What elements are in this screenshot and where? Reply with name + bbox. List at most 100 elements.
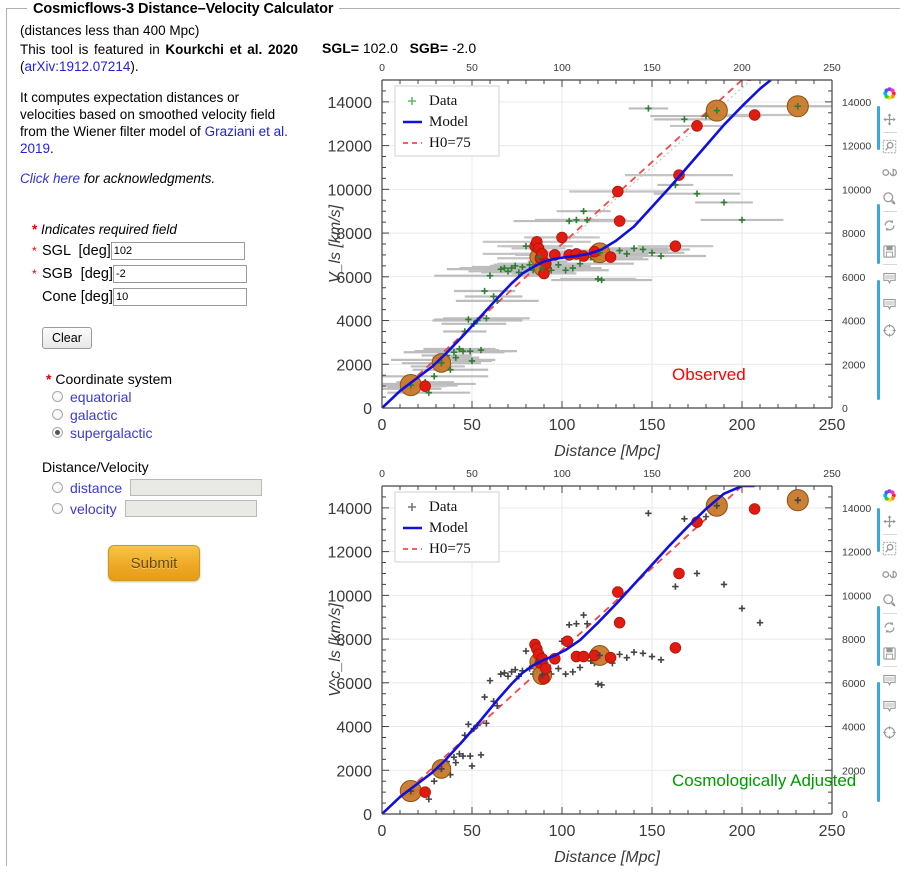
featured-close-paren: ).: [130, 59, 139, 74]
hover-compare-icon[interactable]: [882, 673, 897, 688]
sgl-required-asterisk: *: [32, 244, 37, 258]
chart-cosmologically-adjusted[interactable]: 0 0 50 50 100 100 150 150 200 200 250 250 0 0 2000 2000…: [322, 458, 878, 870]
modebar-button-plotly-logo[interactable]: [876, 482, 902, 508]
featured-authors: Kourkchi et al. 2020: [165, 42, 298, 57]
modebar-observed[interactable]: [876, 80, 904, 400]
plot-canvas: 0050501001001501502002002502500 02000 2000…: [327, 62, 871, 460]
radio-galactic-circle[interactable]: [52, 409, 63, 420]
modebar-button-zoom-select[interactable]: [876, 561, 902, 587]
radio-galactic[interactable]: galactic: [20, 406, 315, 423]
x-axis-title: Distance [Mpc]: [554, 849, 660, 866]
y-tick-label: 14000: [328, 95, 373, 112]
y-tick-label-right: 0: [842, 809, 848, 821]
zoom-in-icon[interactable]: [882, 593, 897, 608]
zoom-select-icon[interactable]: [881, 165, 897, 180]
sgb-label: SGB [deg]: [42, 266, 113, 282]
hover-closest-icon[interactable]: [882, 297, 897, 312]
save-image-icon[interactable]: [882, 646, 897, 661]
sgb-input[interactable]: [112, 265, 247, 283]
x-tick-label-top: 100: [553, 62, 571, 74]
radio-velocity-circle[interactable]: [52, 503, 63, 514]
x-tick-label: 150: [639, 823, 666, 840]
acknowledgments-link[interactable]: Click here: [20, 171, 80, 186]
reset-axes-icon[interactable]: [882, 323, 897, 338]
hover-compare-icon[interactable]: [882, 271, 897, 286]
save-image-icon[interactable]: [882, 244, 897, 259]
x-tick-label-top: 0: [379, 62, 385, 74]
legend-label: Data: [429, 93, 458, 109]
x-tick-label-top: 100: [553, 468, 571, 480]
radio-equatorial-label: equatorial: [70, 388, 132, 405]
hover-closest-icon[interactable]: [882, 699, 897, 714]
clear-button[interactable]: Clear: [42, 327, 92, 349]
legend-label: Model: [429, 520, 468, 536]
y-tick-label-right: 6000: [842, 272, 866, 284]
radio-supergalactic[interactable]: supergalactic: [20, 424, 315, 441]
description-end: .: [50, 141, 54, 156]
radio-supergalactic-circle[interactable]: [52, 427, 63, 438]
cone-input[interactable]: [112, 288, 247, 306]
coordinate-system-text: Coordinate system: [55, 371, 173, 387]
acknowledgments-line: Click here for acknowledgments.: [20, 171, 315, 186]
arxiv-link[interactable]: arXiv:1912.07214: [25, 59, 131, 74]
field-row-sgl: * SGL [deg]: [32, 241, 315, 261]
x-tick-label-top: 250: [823, 468, 841, 480]
plotly-logo-icon[interactable]: [882, 488, 897, 503]
x-tick-label: 0: [378, 417, 387, 434]
modebar-cosmologically-adjusted[interactable]: [876, 482, 904, 802]
velocity-input[interactable]: [124, 500, 257, 517]
y-tick-label: 12000: [328, 545, 373, 562]
radio-distance-circle[interactable]: [52, 482, 63, 493]
radio-supergalactic-label: supergalactic: [70, 424, 153, 441]
y-tick-label: 10000: [328, 588, 373, 605]
sgl-input[interactable]: [110, 242, 245, 260]
x-tick-label: 200: [729, 823, 756, 840]
y-tick-label-right: 10000: [842, 184, 871, 196]
x-tick-label: 150: [639, 417, 666, 434]
pan-icon[interactable]: [882, 514, 897, 529]
x-tick-label: 250: [819, 823, 846, 840]
autoscale-icon[interactable]: [882, 218, 897, 233]
modebar-button-plotly-logo[interactable]: [876, 80, 902, 106]
submit-button[interactable]: Submit: [108, 545, 200, 581]
y-tick-label: 2000: [336, 763, 372, 780]
coordinate-fields: * SGL [deg] * SGB [deg] Cone [deg]: [20, 241, 315, 307]
modebar-active-rail: [877, 204, 880, 264]
modebar-active-rail: [877, 682, 880, 802]
zoom-box-icon[interactable]: [882, 541, 897, 556]
cone-label: Cone [deg]: [42, 289, 113, 305]
x-tick-label: 100: [549, 823, 576, 840]
plotly-logo-icon[interactable]: [882, 86, 897, 101]
x-tick-label-top: 50: [466, 62, 478, 74]
autoscale-icon[interactable]: [882, 620, 897, 635]
x-tick-label-top: 250: [823, 62, 841, 74]
distance-input[interactable]: [130, 479, 263, 496]
x-tick-label: 200: [729, 417, 756, 434]
modebar-button-zoom-select[interactable]: [876, 159, 902, 185]
y-tick-label: 12000: [328, 139, 373, 156]
radio-velocity-label: velocity: [70, 500, 117, 517]
cone-no-asterisk: [32, 292, 42, 302]
x-tick-label-top: 50: [466, 468, 478, 480]
field-row-sgb: * SGB [deg]: [32, 264, 315, 284]
radio-equatorial[interactable]: equatorial: [20, 388, 315, 405]
pan-icon[interactable]: [882, 112, 897, 127]
acknowledgments-rest: for acknowledgments.: [80, 171, 216, 186]
control-panel: (distances less than 400 Mpc) This tool …: [20, 22, 315, 581]
modebar-active-rail: [877, 606, 880, 666]
zoom-in-icon[interactable]: [882, 191, 897, 206]
zoom-box-icon[interactable]: [882, 139, 897, 154]
chart-observed[interactable]: 0 0 50 50 100 100 150 150 200 200 250 250 0 0 2000 2000…: [322, 52, 878, 464]
reset-axes-icon[interactable]: [882, 725, 897, 740]
radio-equatorial-circle[interactable]: [52, 391, 63, 402]
field-row-cone: Cone [deg]: [32, 287, 315, 307]
radio-distance-row[interactable]: distance: [20, 479, 315, 496]
modebar-active-rail: [877, 106, 880, 150]
y-tick-label-right: 14000: [842, 97, 871, 109]
x-tick-label-top: 150: [643, 62, 661, 74]
x-tick-label: 100: [549, 417, 576, 434]
description-paragraph: It computes expectation distances or vel…: [20, 89, 292, 157]
y-tick-label-right: 6000: [842, 678, 866, 690]
radio-velocity-row[interactable]: velocity: [20, 500, 315, 517]
zoom-select-icon[interactable]: [881, 567, 897, 582]
